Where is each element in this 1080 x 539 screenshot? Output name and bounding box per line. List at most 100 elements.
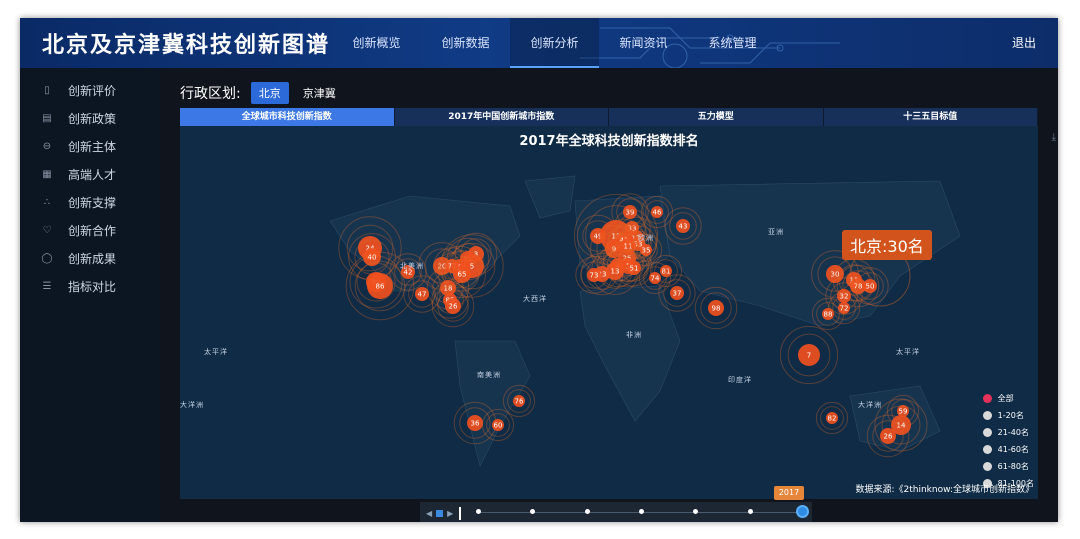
chart-tabs: 全球城市科技创新指数 2017年中国创新城市指数 五力模型 十三五目标值 bbox=[180, 108, 1038, 126]
greenland-land bbox=[524, 175, 576, 219]
nav-item-analysis[interactable]: 创新分析 bbox=[510, 18, 599, 68]
sidebar-item-label: 创新评价 bbox=[68, 83, 117, 98]
marker-rank-label: 76 bbox=[515, 398, 524, 406]
city-marker[interactable]: 82 bbox=[815, 401, 849, 435]
timeline-dot[interactable] bbox=[584, 509, 590, 514]
logout-button[interactable]: 退出 bbox=[1012, 18, 1036, 68]
map-svg: 2440998642207781935651847852639463343491… bbox=[329, 175, 961, 467]
sidebar-item-label: 创新主体 bbox=[68, 139, 117, 154]
tab-13th-plan[interactable]: 十三五目标值 bbox=[823, 108, 1038, 126]
download-icon[interactable]: ⤓ bbox=[1052, 132, 1056, 143]
sidebar-item-label: 创新政策 bbox=[68, 111, 117, 126]
sidebar-item-policy[interactable]: ▤ 创新政策 bbox=[20, 105, 160, 131]
sidebar-item-label: 创新成果 bbox=[68, 251, 117, 266]
region-name-oceania-west: 大洋洲 bbox=[180, 401, 204, 409]
city-marker[interactable]: 88 bbox=[811, 297, 845, 331]
marker-rank-label: 86 bbox=[376, 283, 385, 291]
legend-item-41-60[interactable]: 41-60名 bbox=[982, 441, 1034, 458]
city-marker[interactable]: 72 bbox=[827, 291, 861, 325]
sidebar-item-comparison[interactable]: ☰ 指标对比 bbox=[20, 273, 160, 299]
marker-rank-label: 35 bbox=[642, 247, 651, 255]
legend-label: 1-20名 bbox=[997, 411, 1024, 420]
timeline: ◀ ▶ bbox=[420, 502, 812, 522]
app-window: 北京及京津冀科技创新图谱 创新概览 创新数据 创新分析 新闻资讯 系统管理 退出… bbox=[20, 18, 1058, 522]
header-bar: 北京及京津冀科技创新图谱 创新概览 创新数据 创新分析 新闻资讯 系统管理 退出 bbox=[20, 18, 1058, 68]
sidebar-item-support[interactable]: ∴ 创新支撑 bbox=[20, 189, 160, 215]
sidebar-item-talent[interactable]: ▦ 高端人才 bbox=[20, 161, 160, 187]
region-name-atlantic: 大西洋 bbox=[523, 295, 547, 303]
region-name-pacific-east: 太平洋 bbox=[896, 348, 920, 356]
region-option-jingjinji[interactable]: 京津冀 bbox=[295, 82, 344, 104]
timeline-current-year: 2017 bbox=[774, 486, 804, 500]
timeline-divider bbox=[459, 507, 462, 520]
sidebar-item-label: 指标对比 bbox=[68, 279, 117, 294]
region-option-beijing[interactable]: 北京 bbox=[250, 82, 289, 104]
nav-item-news[interactable]: 新闻资讯 bbox=[599, 18, 688, 68]
region-name-pacific-west: 太平洋 bbox=[204, 348, 228, 356]
policy-icon: ▤ bbox=[42, 112, 52, 124]
legend-item-all[interactable]: 全部 bbox=[982, 390, 1034, 407]
region-name-africa: 非洲 bbox=[626, 331, 642, 339]
legend-label: 41-60名 bbox=[997, 445, 1029, 454]
city-marker[interactable]: 76 bbox=[502, 384, 536, 418]
marker-rank-label: 60 bbox=[494, 422, 503, 430]
city-marker[interactable]: 7 bbox=[779, 325, 839, 385]
sidebar-item-label: 创新合作 bbox=[68, 223, 117, 238]
marker-rank-label: 47 bbox=[418, 291, 427, 299]
marker-rank-label: 98 bbox=[712, 305, 721, 313]
legend-dot bbox=[982, 445, 992, 454]
city-marker[interactable]: 46 bbox=[640, 195, 674, 229]
marker-rank-label: 43 bbox=[679, 223, 688, 231]
tab-global-index[interactable]: 全球城市科技创新指数 bbox=[180, 108, 395, 126]
sidebar-item-label: 高端人才 bbox=[68, 167, 117, 182]
sidebar-item-evaluation[interactable]: ▯ 创新评价 bbox=[20, 77, 160, 103]
legend-dot bbox=[982, 411, 992, 420]
legend-item-21-40[interactable]: 21-40名 bbox=[982, 424, 1034, 441]
region-name-oceania: 大洋洲 bbox=[858, 401, 882, 409]
city-tooltip: 北京:30名 bbox=[842, 230, 932, 260]
legend-label: 61-80名 bbox=[997, 462, 1029, 471]
legend-item-1-20[interactable]: 1-20名 bbox=[982, 407, 1034, 424]
sidebar-item-label: 创新支撑 bbox=[68, 195, 117, 210]
marker-rank-label: 88 bbox=[824, 311, 833, 319]
timeline-dot[interactable] bbox=[747, 509, 753, 514]
legend-item-61-80[interactable]: 61-80名 bbox=[982, 458, 1034, 475]
tab-five-force[interactable]: 五力模型 bbox=[609, 108, 824, 126]
document-icon: ▯ bbox=[44, 84, 50, 96]
legend-dot bbox=[982, 462, 992, 471]
sidebar-item-cooperation[interactable]: ♡ 创新合作 bbox=[20, 217, 160, 243]
sidebar-item-entity[interactable]: ⊖ 创新主体 bbox=[20, 133, 160, 159]
nav-item-overview[interactable]: 创新概览 bbox=[332, 18, 421, 68]
marker-rank-label: 59 bbox=[899, 408, 908, 416]
nav-item-data[interactable]: 创新数据 bbox=[421, 18, 510, 68]
timeline-dot[interactable] bbox=[639, 509, 644, 514]
marker-rank-label: 50 bbox=[866, 283, 875, 291]
city-marker[interactable]: 60 bbox=[481, 408, 515, 442]
map-legend: 全部 1-20名 21-40名 41-60名 61-80名 81-100名 bbox=[982, 390, 1034, 492]
stop-icon[interactable] bbox=[436, 510, 444, 517]
talent-icon: ▦ bbox=[42, 168, 52, 180]
next-icon[interactable]: ▶ bbox=[447, 509, 453, 518]
tab-china-index[interactable]: 2017年中国创新城市指数 bbox=[394, 108, 609, 126]
legend-label: 全部 bbox=[997, 394, 1014, 403]
marker-rank-label: 26 bbox=[449, 303, 458, 311]
award-icon: ◯ bbox=[41, 252, 53, 264]
nav-item-system[interactable]: 系统管理 bbox=[688, 18, 777, 68]
app-title: 北京及京津冀科技创新图谱 bbox=[42, 32, 331, 58]
region-name-indian-ocean: 印度洋 bbox=[728, 376, 752, 384]
marker-rank-label: 82 bbox=[828, 415, 837, 423]
prev-icon[interactable]: ◀ bbox=[426, 509, 432, 518]
timeline-dot[interactable] bbox=[476, 509, 481, 514]
top-nav: 创新概览 创新数据 创新分析 新闻资讯 系统管理 bbox=[332, 18, 777, 68]
timeline-dot[interactable] bbox=[530, 509, 536, 514]
timeline-dot[interactable] bbox=[798, 507, 807, 516]
city-marker[interactable]: 37 bbox=[658, 274, 696, 312]
timeline-controls: ◀ ▶ bbox=[426, 507, 462, 520]
marker-rank-label: 74 bbox=[651, 275, 660, 283]
timeline-dot[interactable] bbox=[693, 509, 699, 514]
marker-rank-label: 36 bbox=[471, 420, 480, 428]
legend-dot bbox=[982, 394, 992, 403]
marker-rank-label: 51 bbox=[630, 265, 639, 273]
world-map[interactable]: 2440998642207781935651847852639463343491… bbox=[180, 126, 1038, 499]
sidebar-item-results[interactable]: ◯ 创新成果 bbox=[20, 245, 160, 271]
